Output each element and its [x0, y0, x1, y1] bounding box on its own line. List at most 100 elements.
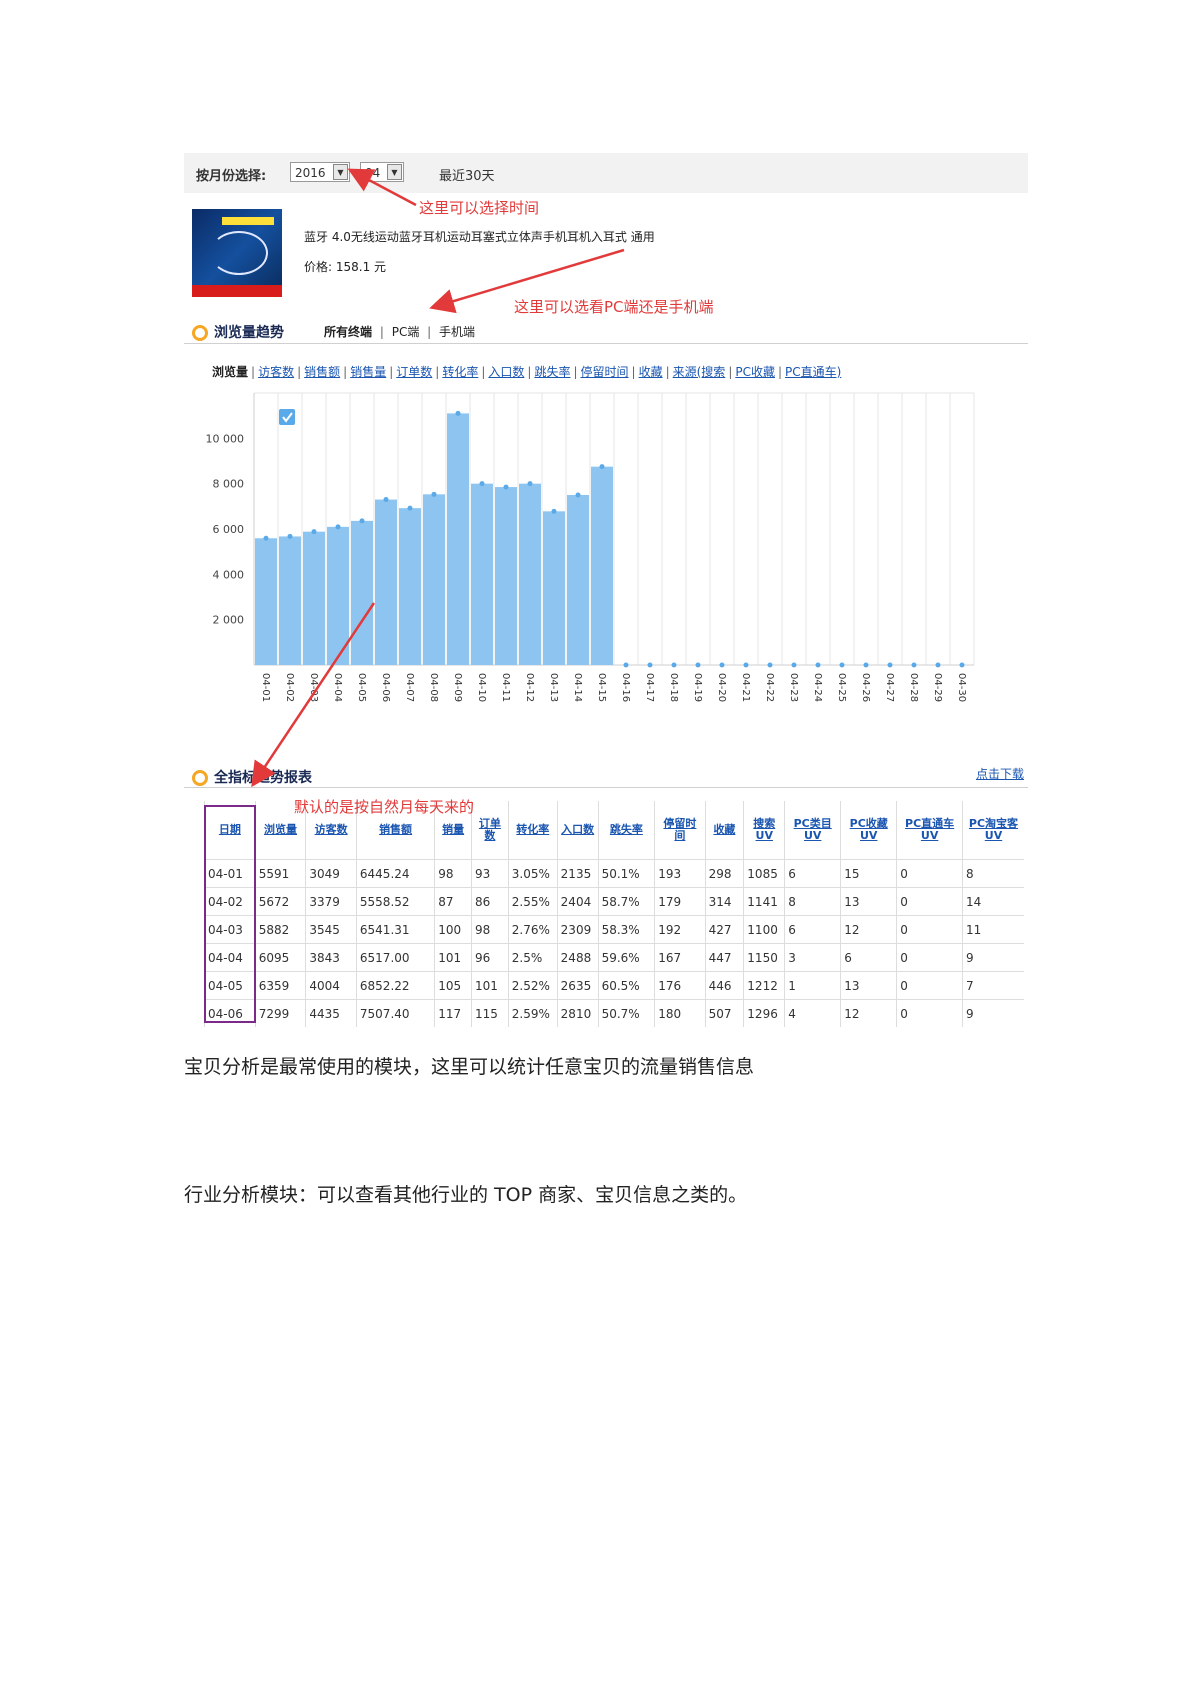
table-cell: 1296 — [743, 999, 785, 1027]
bar — [447, 413, 469, 665]
table-row: 04-05 6359 4004 6852.22 105 101 2.52% 2635 60.5%… — [204, 971, 1024, 1000]
y-tick-label: 2 000 — [213, 614, 245, 627]
table-cell: 6517.00 — [355, 943, 435, 972]
metric-option[interactable]: 销售量 — [350, 365, 386, 379]
table-row: 04-01 5591 3049 6445.24 98 93 3.05% 2135 50.1% 19… — [204, 859, 1024, 888]
column-header[interactable]: PC直通车UV — [896, 801, 963, 860]
x-tick-label: 04-12 — [524, 673, 535, 702]
tab-pc[interactable]: PC端 — [392, 325, 420, 339]
table-cell: 1 — [784, 971, 841, 1000]
table-cell: 2.59% — [507, 999, 558, 1027]
paragraph-industry-analysis: 行业分析模块：可以查看其他行业的 TOP 商家、宝贝信息之类的。 — [184, 1184, 748, 1206]
bar — [423, 494, 445, 665]
table-cell: 6445.24 — [355, 859, 435, 888]
table-cell: 98 — [471, 915, 509, 944]
column-header[interactable]: PC淘宝客UV — [961, 801, 1024, 860]
y-tick-label: 4 000 — [213, 568, 245, 581]
metric-option[interactable]: 浏览量 — [212, 365, 248, 379]
column-header[interactable]: PC收藏UV — [840, 801, 897, 860]
device-tabs: 所有终端 | PC端 | 手机端 — [324, 325, 476, 339]
table-cell: 98 — [434, 859, 472, 888]
column-header[interactable]: 入口数 — [556, 801, 599, 860]
column-header[interactable]: 转化率 — [507, 801, 558, 860]
metric-option[interactable]: 跳失率 — [534, 365, 570, 379]
data-point — [767, 662, 773, 668]
table-cell: 176 — [654, 971, 706, 1000]
bar — [399, 508, 421, 665]
column-header[interactable]: 日期 — [204, 801, 256, 860]
data-point — [335, 524, 341, 530]
column-header[interactable]: 搜索UV — [743, 801, 785, 860]
metric-option[interactable]: 收藏 — [639, 365, 663, 379]
metric-option[interactable]: 入口数 — [488, 365, 524, 379]
bar — [279, 536, 301, 665]
data-point — [959, 662, 965, 668]
table-cell: 3545 — [305, 915, 357, 944]
x-tick-label: 04-22 — [764, 673, 775, 702]
data-point — [575, 492, 581, 498]
table-cell: 3049 — [305, 859, 357, 888]
table-cell: 0 — [896, 859, 963, 888]
table-cell: 93 — [471, 859, 509, 888]
metric-option[interactable]: 来源(搜索 — [673, 365, 726, 379]
month-select[interactable]: 04 ▼ — [360, 162, 404, 182]
column-header[interactable]: 停留时间 — [654, 801, 706, 860]
bar — [495, 487, 517, 665]
table-cell: 11 — [961, 915, 1024, 944]
table-cell: 0 — [896, 887, 963, 916]
y-tick-label: 6 000 — [213, 523, 245, 536]
y-tick-label: 10 000 — [206, 432, 245, 445]
section-bullet-icon — [192, 770, 208, 786]
metric-option[interactable]: 销售额 — [304, 365, 340, 379]
data-point — [455, 410, 461, 416]
x-tick-label: 04-21 — [740, 673, 751, 702]
series-toggle-checkbox — [279, 409, 295, 425]
data-point — [263, 535, 269, 541]
table-cell: 8 — [961, 859, 1024, 888]
metric-option[interactable]: PC直通车) — [785, 365, 841, 379]
tab-mobile[interactable]: 手机端 — [439, 325, 475, 339]
data-point — [503, 484, 509, 490]
table-row: 04-03 5882 3545 6541.31 100 98 2.76% 2309 58.3% 1… — [204, 915, 1024, 944]
bar — [519, 483, 541, 665]
column-header[interactable]: 订单数 — [471, 801, 509, 860]
table-row: 04-06 7299 4435 7507.40 117 115 2.59% 2810 50.7%… — [204, 999, 1024, 1027]
metric-option[interactable]: 停留时间 — [581, 365, 629, 379]
table-cell: 2.76% — [507, 915, 558, 944]
download-link[interactable]: 点击下载 — [976, 765, 1024, 782]
metric-selector: 浏览量 | 访客数 | 销售额 | 销售量 | 订单数 | 转化率 | 入口数 | 跳失率 | 停留时间 | 收藏 |… — [212, 365, 842, 379]
table-cell: 7507.40 — [355, 999, 435, 1027]
table-cell: 4004 — [305, 971, 357, 1000]
table-cell: 427 — [704, 915, 744, 944]
table-cell: 04-04 — [204, 943, 256, 972]
column-header[interactable]: 跳失率 — [597, 801, 655, 860]
column-header[interactable]: 收藏 — [704, 801, 744, 860]
table-cell: 0 — [896, 999, 963, 1027]
table-cell: 60.5% — [597, 971, 655, 1000]
metric-option[interactable]: 转化率 — [442, 365, 478, 379]
table-cell: 04-03 — [204, 915, 256, 944]
table-cell: 117 — [434, 999, 472, 1027]
column-header[interactable]: PC类目UV — [784, 801, 841, 860]
data-point — [719, 662, 725, 668]
recent-30-days-link[interactable]: 最近30天 — [439, 165, 495, 184]
product-thumbnail[interactable] — [192, 209, 282, 297]
metric-option[interactable]: 订单数 — [396, 365, 432, 379]
tab-all-terminals[interactable]: 所有终端 — [324, 325, 372, 339]
x-tick-label: 04-07 — [404, 673, 415, 702]
screenshot-figure: 按月份选择: 2016 ▼ 04 ▼ 最近30天 蓝牙 4.0无线运动蓝牙耳机运… — [184, 153, 1028, 1028]
table-cell: 58.7% — [597, 887, 655, 916]
metric-option[interactable]: PC收藏 — [735, 365, 775, 379]
year-value: 2016 — [295, 166, 326, 180]
table-cell: 6 — [784, 915, 841, 944]
table-cell: 101 — [471, 971, 509, 1000]
table-cell: 6095 — [254, 943, 306, 972]
bar — [591, 466, 613, 665]
metric-option[interactable]: 访客数 — [258, 365, 294, 379]
table-cell: 6541.31 — [355, 915, 435, 944]
table-cell: 04-05 — [204, 971, 256, 1000]
table-cell: 14 — [961, 887, 1024, 916]
x-tick-label: 04-16 — [620, 673, 631, 702]
year-select[interactable]: 2016 ▼ — [290, 162, 350, 182]
data-point — [863, 662, 869, 668]
